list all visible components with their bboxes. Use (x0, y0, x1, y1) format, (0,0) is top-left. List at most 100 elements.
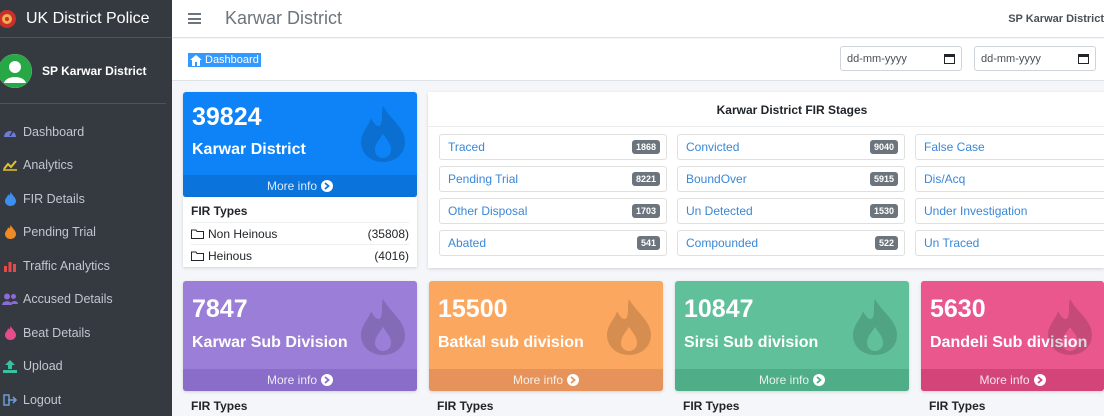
subdivision-fir-types-title: FIR Types (929, 399, 986, 413)
stage-label: False Case (924, 140, 985, 154)
stage-un-detected[interactable]: Un Detected 1530 (677, 198, 905, 224)
subdivision-fir-types-title: FIR Types (191, 399, 248, 413)
upload-icon (2, 358, 18, 374)
fir-type-row[interactable]: Heinous (4016) (191, 244, 409, 266)
calendar-icon[interactable] (944, 53, 955, 64)
fir-type-count: (4016) (374, 248, 409, 263)
fire-icon (1048, 299, 1092, 355)
stage-label: Compounded (686, 236, 759, 250)
sidebar-item-logout[interactable]: Logout (0, 383, 172, 416)
fire-icon (853, 299, 897, 355)
fir-type-count: (35808) (367, 226, 409, 241)
stage-abated[interactable]: Abated 541 (439, 230, 667, 256)
stage-other-disposal[interactable]: Other Disposal 1703 (439, 198, 667, 224)
menu-toggle-icon[interactable] (188, 11, 201, 27)
arrow-circle-right-icon (813, 374, 826, 386)
top-navbar: Karwar District SP Karwar District (172, 0, 1104, 38)
subdivision-fir-types-title: FIR Types (683, 399, 740, 413)
bar-chart-icon (2, 258, 18, 274)
district-name: Karwar District (192, 141, 306, 158)
sidebar-item-pending-trial[interactable]: Pending Trial (0, 216, 172, 250)
stage-boundover[interactable]: BoundOver 5915 (677, 166, 905, 192)
fir-stages-card: Karwar District FIR Stages Traced 1868 Con… (428, 92, 1104, 268)
sidebar: UK District Police SP Karwar District Da… (0, 0, 172, 416)
stage-compounded[interactable]: Compounded 522 (677, 230, 905, 256)
subdivision-fir-count: 15500 (438, 295, 508, 323)
subdivision-summary-box: 15500 Batkal sub division More info (429, 281, 663, 391)
sidebar-item-fir-details[interactable]: FIR Details (0, 182, 172, 216)
stage-count-badge: 541 (636, 236, 660, 250)
stage-count-badge: 9040 (869, 140, 898, 154)
stage-label: Under Investigation (924, 204, 1028, 218)
subdivision-more-info-link[interactable]: More info (921, 369, 1104, 391)
subdivision-fir-types-title: FIR Types (437, 399, 494, 413)
sidebar-item-upload[interactable]: Upload (0, 350, 172, 384)
more-info-label: More info (512, 373, 564, 387)
folder-icon (191, 229, 204, 239)
more-info-label: More info (979, 373, 1030, 387)
sidebar-item-label: Analytics (23, 158, 74, 173)
more-info-label: More info (266, 179, 318, 193)
subdivision-summary-box: 5630 Dandeli Sub division More info (921, 281, 1104, 391)
arrow-circle-right-icon (321, 180, 334, 192)
header-user-name[interactable]: SP Karwar District (1008, 13, 1104, 25)
stage-label: Other Disposal (448, 204, 528, 218)
breadcrumb-dashboard[interactable]: Dashboard (188, 53, 261, 67)
subdivision-name: Karwar Sub Division (192, 334, 348, 351)
subdivision-more-info-link[interactable]: More info (183, 369, 417, 391)
fir-types-title: FIR Types (191, 204, 248, 218)
users-icon (2, 291, 18, 307)
sidebar-item-label: Beat Details (23, 325, 91, 340)
to-date-input[interactable]: dd-mm-yyyy (974, 46, 1096, 71)
sidebar-item-accused-details[interactable]: Accused Details (0, 283, 172, 317)
fir-type-row[interactable]: Non Heinous (35808) (191, 222, 409, 244)
sidebar-nav: Dashboard Analytics FIR Details Pending Tri… (0, 115, 172, 416)
fir-types-card: FIR Types Non Heinous (35808) Heinous (4… (183, 197, 417, 267)
divider (428, 126, 1104, 127)
stage-count-badge: 5915 (869, 172, 898, 186)
subdivision-summary-box: 10847 Sirsi Sub division More info (675, 281, 909, 391)
stage-label: Traced (448, 140, 485, 154)
sidebar-item-label: Accused Details (23, 292, 113, 307)
calendar-icon[interactable] (1078, 53, 1089, 64)
sidebar-item-label: Dashboard (23, 124, 85, 139)
sidebar-item-dashboard[interactable]: Dashboard (0, 115, 172, 149)
sidebar-item-beat-details[interactable]: Beat Details (0, 316, 172, 350)
arrow-circle-right-icon (567, 374, 580, 386)
subdivision-more-info-link[interactable]: More info (675, 369, 909, 391)
stage-label: Pending Trial (448, 172, 519, 186)
fire-icon (2, 224, 18, 240)
breadcrumb-label: Dashboard (205, 54, 259, 66)
district-summary-box: 39824 Karwar District More info (183, 92, 417, 197)
stage-label: Dis/Acq (924, 172, 966, 186)
stage-count-badge: 1530 (869, 204, 898, 218)
user-icon (0, 53, 32, 88)
stage-under-investigation[interactable]: Under Investigation (915, 198, 1104, 224)
stage-label: Un Detected (686, 204, 753, 218)
stage-false-case[interactable]: False Case (915, 134, 1104, 160)
brand[interactable]: UK District Police (0, 0, 172, 38)
sidebar-item-traffic-analytics[interactable]: Traffic Analytics (0, 249, 172, 283)
user-panel[interactable]: SP Karwar District (0, 38, 166, 104)
arrow-circle-right-icon (321, 374, 334, 386)
stage-count-badge: 1703 (631, 204, 660, 218)
district-more-info-link[interactable]: More info (183, 175, 417, 197)
stage-pending-trial[interactable]: Pending Trial 8221 (439, 166, 667, 192)
fire-icon (361, 106, 405, 162)
sidebar-item-analytics[interactable]: Analytics (0, 149, 172, 183)
stage-convicted[interactable]: Convicted 9040 (677, 134, 905, 160)
tachometer-icon (2, 124, 18, 140)
sidebar-item-label: FIR Details (23, 191, 85, 206)
sidebar-item-label: Pending Trial (23, 225, 96, 240)
from-date-input[interactable]: dd-mm-yyyy (840, 46, 962, 71)
fire-icon (361, 299, 405, 355)
user-name: SP Karwar District (42, 63, 147, 78)
stage-dis-acq[interactable]: Dis/Acq (915, 166, 1104, 192)
fir-type-label: Non Heinous (208, 226, 278, 241)
stage-count-badge: 522 (874, 236, 898, 250)
subdivision-more-info-link[interactable]: More info (429, 369, 663, 391)
stage-label: Abated (448, 236, 487, 250)
stage-un-traced[interactable]: Un Traced (915, 230, 1104, 256)
stage-traced[interactable]: Traced 1868 (439, 134, 667, 160)
stage-count-badge: 8221 (631, 172, 660, 186)
